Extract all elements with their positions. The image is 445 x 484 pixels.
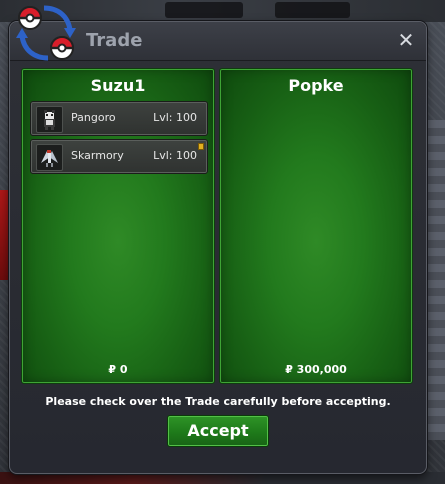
trade-pokemon-slot[interactable]: Skarmory Lvl: 100 [30,139,208,174]
trade-notice: Please check over the Trade carefully be… [45,395,391,408]
trade-panel-self: Suzu1 Pangoro Lvl: 100 Skarmory Lvl: 100… [21,68,215,384]
panel-player-name: Suzu1 [90,76,146,95]
pokemon-level: Lvl: 100 [153,111,197,124]
trade-panel-partner: Popke ₽ 300,000 [219,68,413,384]
held-item-icon [198,143,204,150]
pangoro-sprite-icon [36,106,63,133]
close-button[interactable]: ✕ [396,30,416,50]
pokemon-name: Pangoro [71,111,116,124]
skarmory-sprite-icon [36,144,63,171]
accept-button[interactable]: Accept [167,415,269,447]
background-tiles [427,120,445,440]
pokemon-name: Skarmory [71,149,124,162]
trade-window: Trade ✕ Suzu1 Pangoro Lvl: 100 Skarmory … [9,21,427,474]
window-title: Trade [86,30,143,51]
money-offer: ₽ 300,000 [285,363,347,376]
background-player-nameplate [165,2,243,18]
pokemon-level: Lvl: 100 [153,149,197,162]
panel-player-name: Popke [288,76,344,95]
trade-pokemon-slot[interactable]: Pangoro Lvl: 100 [30,101,208,136]
money-offer: ₽ 0 [108,363,128,376]
trade-icon [16,5,76,61]
close-icon: ✕ [397,28,415,52]
background-player-nameplate [275,2,350,18]
